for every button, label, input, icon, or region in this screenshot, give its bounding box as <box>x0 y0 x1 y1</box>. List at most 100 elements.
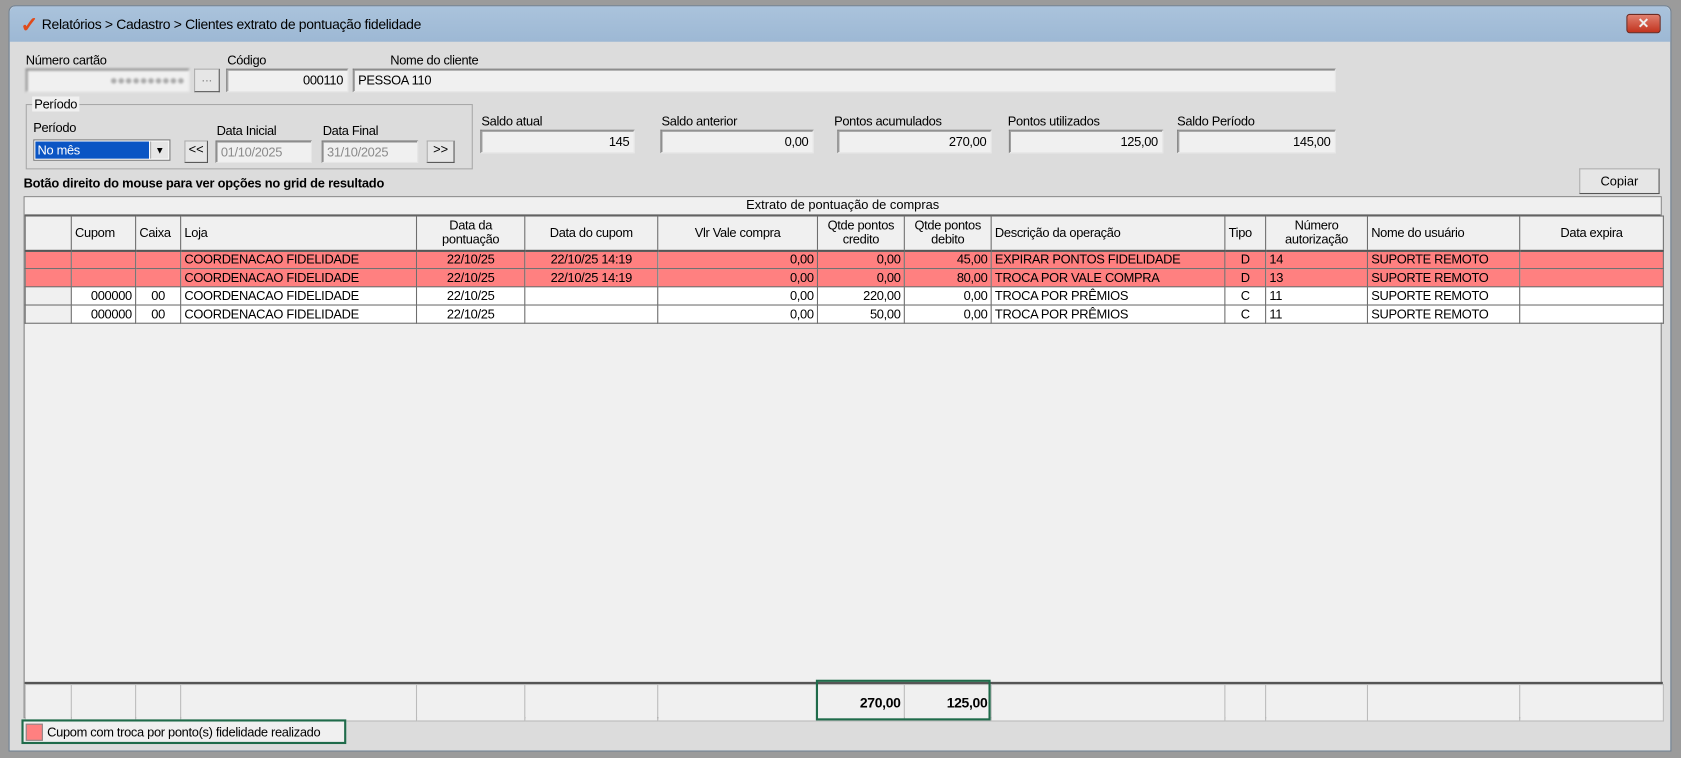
table-cell[interactable]: D <box>1224 249 1267 270</box>
row-selector[interactable] <box>24 286 72 306</box>
previous-period-button[interactable]: << <box>184 140 208 163</box>
card-number-field[interactable]: ●●●●●●●●●● <box>25 68 190 93</box>
table-cell[interactable]: SUPORTE REMOTO <box>1366 268 1521 288</box>
table-cell[interactable] <box>70 249 137 270</box>
column-header[interactable]: Cupom <box>70 215 137 252</box>
table-cell[interactable]: D <box>1224 268 1267 288</box>
table-cell[interactable]: 0,00 <box>903 286 992 306</box>
table-cell[interactable]: 22/10/25 <box>415 286 526 306</box>
browse-card-button[interactable]: ... <box>194 68 220 93</box>
column-header[interactable]: Nome do usuário <box>1366 215 1521 252</box>
table-cell[interactable]: COORDENACAO FIDELIDADE <box>180 249 418 270</box>
table-cell[interactable] <box>524 286 659 306</box>
chevron-down-icon[interactable]: ▼ <box>150 141 169 159</box>
total-cell <box>415 683 526 722</box>
grid-hint-text: Botão direito do mouse para ver opções n… <box>23 175 385 191</box>
table-cell[interactable]: 50,00 <box>816 304 905 324</box>
table-cell[interactable]: 0,00 <box>816 268 905 288</box>
row-selector[interactable] <box>24 249 72 270</box>
column-header[interactable] <box>24 215 72 252</box>
next-period-button[interactable]: >> <box>426 140 455 163</box>
table-cell[interactable]: 80,00 <box>903 268 992 288</box>
table-cell[interactable]: 0,00 <box>657 304 819 324</box>
table-cell[interactable]: 0,00 <box>657 249 819 270</box>
table-cell[interactable]: 11 <box>1265 304 1368 324</box>
current-balance-label: Saldo atual <box>481 113 543 129</box>
table-cell[interactable] <box>1519 286 1664 306</box>
column-header[interactable]: Loja <box>180 215 418 252</box>
table-cell[interactable] <box>135 249 182 270</box>
column-header[interactable]: Tipo <box>1224 215 1267 252</box>
table-cell[interactable]: TROCA POR VALE COMPRA <box>990 268 1226 288</box>
column-header[interactable]: Qtde pontos debito <box>903 215 992 252</box>
accumulated-points-field: 270,00 <box>837 129 992 154</box>
table-cell[interactable]: C <box>1224 304 1267 324</box>
table-cell[interactable]: 00 <box>135 304 182 324</box>
table-cell[interactable] <box>70 268 137 288</box>
table-cell[interactable]: 00 <box>135 286 182 306</box>
period-select[interactable]: No mês ▼ <box>33 139 171 161</box>
table-cell[interactable]: 0,00 <box>657 268 819 288</box>
table-cell[interactable]: 000000 <box>70 304 137 324</box>
table-cell[interactable]: 0,00 <box>657 286 819 306</box>
table-row[interactable]: COORDENACAO FIDELIDADE 22/10/25 22/10/25 1… <box>24 249 1664 270</box>
column-header[interactable]: Qtde pontos credito <box>816 215 905 252</box>
table-cell[interactable]: 22/10/25 14:19 <box>524 249 659 270</box>
end-date-field[interactable]: 31/10/2025 <box>321 140 419 163</box>
period-balance-field: 145,00 <box>1177 129 1336 154</box>
table-cell[interactable]: 14 <box>1265 249 1368 270</box>
code-label: Código <box>227 52 267 68</box>
column-header[interactable]: Vlr Vale compra <box>657 215 819 252</box>
row-selector[interactable] <box>24 304 72 324</box>
table-row[interactable]: 000000 00 COORDENACAO FIDELIDADE 22/10/25 0,… <box>24 304 1664 324</box>
table-cell[interactable]: 220,00 <box>816 286 905 306</box>
column-header[interactable]: Caixa <box>135 215 182 252</box>
column-header[interactable]: Data do cupom <box>524 215 659 252</box>
table-cell[interactable] <box>1519 304 1664 324</box>
column-header[interactable]: Data expira <box>1519 215 1664 252</box>
table-cell[interactable]: 11 <box>1265 286 1368 306</box>
table-cell[interactable] <box>524 304 659 324</box>
table-cell[interactable]: 45,00 <box>903 249 992 270</box>
total-cell <box>990 683 1226 722</box>
code-field[interactable]: 000110 <box>226 68 349 93</box>
column-header[interactable]: Número autorização <box>1265 215 1368 252</box>
copy-button[interactable]: Copiar <box>1579 168 1660 195</box>
table-cell[interactable] <box>1519 268 1664 288</box>
legend-swatch <box>25 723 43 741</box>
table-cell[interactable]: SUPORTE REMOTO <box>1366 286 1521 306</box>
close-button[interactable]: ✕ <box>1626 13 1661 34</box>
table-cell[interactable]: SUPORTE REMOTO <box>1366 249 1521 270</box>
start-date-field[interactable]: 01/10/2025 <box>215 140 312 163</box>
table-cell[interactable]: 0,00 <box>816 249 905 270</box>
total-cell <box>657 683 819 722</box>
table-cell[interactable]: COORDENACAO FIDELIDADE <box>180 304 418 324</box>
table-cell[interactable]: 22/10/25 <box>415 249 526 270</box>
table-cell[interactable]: TROCA POR PRÊMIOS <box>990 286 1226 306</box>
table-row[interactable]: COORDENACAO FIDELIDADE 22/10/25 22/10/25 1… <box>24 268 1664 288</box>
table-cell[interactable]: COORDENACAO FIDELIDADE <box>180 268 418 288</box>
client-name-field[interactable]: PESSOA 110 <box>352 68 1336 93</box>
table-cell[interactable]: TROCA POR PRÊMIOS <box>990 304 1226 324</box>
column-header[interactable]: Data da pontuação <box>415 215 526 252</box>
table-cell[interactable]: EXPIRAR PONTOS FIDELIDADE <box>990 249 1226 270</box>
table-cell[interactable]: 22/10/25 14:19 <box>524 268 659 288</box>
table-cell[interactable]: 0,00 <box>903 304 992 324</box>
table-row[interactable]: 000000 00 COORDENACAO FIDELIDADE 22/10/25 0,… <box>24 286 1664 306</box>
table-cell[interactable]: SUPORTE REMOTO <box>1366 304 1521 324</box>
table-cell[interactable]: COORDENACAO FIDELIDADE <box>180 286 418 306</box>
points-statement-grid[interactable]: Extrato de pontuação de compras Cupom Cai… <box>23 196 1664 722</box>
row-selector[interactable] <box>24 268 72 288</box>
column-header[interactable]: Descrição da operação <box>990 215 1226 252</box>
window-title: Relatórios > Cadastro > Clientes extrato… <box>41 16 422 33</box>
table-cell[interactable]: 22/10/25 <box>415 304 526 324</box>
table-cell[interactable] <box>135 268 182 288</box>
table-cell[interactable]: 22/10/25 <box>415 268 526 288</box>
legend: Cupom com troca por ponto(s) fidelidade … <box>21 719 347 745</box>
total-cell <box>24 683 72 722</box>
table-cell[interactable]: 13 <box>1265 268 1368 288</box>
table-cell[interactable] <box>1519 249 1664 270</box>
table-cell[interactable]: 000000 <box>70 286 137 306</box>
title-bar[interactable]: ✓ Relatórios > Cadastro > Clientes extra… <box>9 6 1671 42</box>
table-cell[interactable]: C <box>1224 286 1267 306</box>
